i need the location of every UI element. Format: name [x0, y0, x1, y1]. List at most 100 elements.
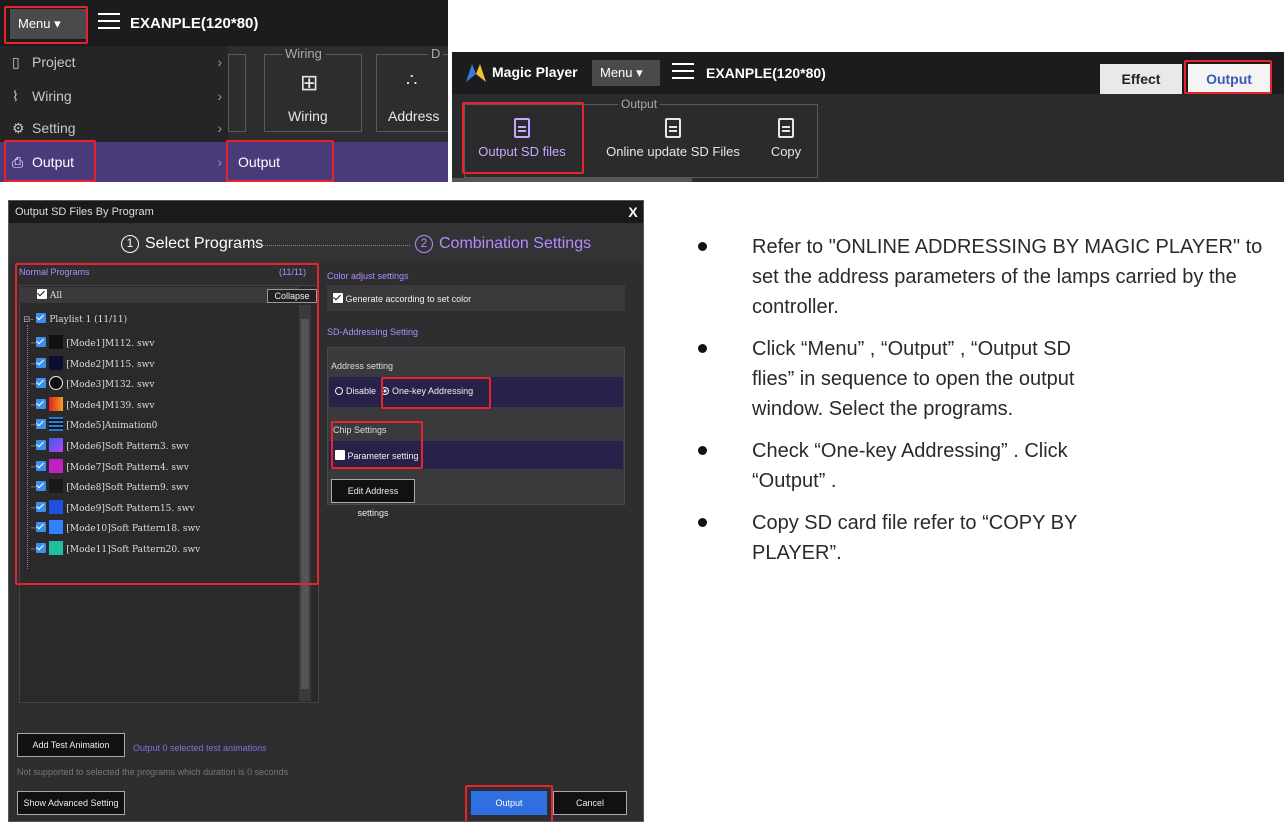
program-label: [Mode10]Soft Pattern18. swv	[66, 524, 201, 535]
program-row[interactable]: ─ [Mode11]Soft Pattern20. swv	[31, 541, 200, 557]
step-select-programs[interactable]: 1 Select Programs	[121, 235, 263, 253]
program-thumbnail	[49, 458, 64, 473]
document-icon: ▯	[12, 54, 20, 70]
program-row[interactable]: ─ [Mode8]Soft Pattern9. swv	[31, 479, 189, 495]
checkbox[interactable]	[36, 337, 47, 347]
program-row[interactable]: ─ [Mode4]M139. swv	[31, 396, 154, 413]
submenu-output-label[interactable]: Output	[238, 154, 280, 170]
program-row[interactable]: ─ [Mode7]Soft Pattern4. swv	[31, 458, 189, 475]
instruction-item: Copy SD card file refer to “COPY BY PLAY…	[690, 508, 1280, 568]
program-thumbnail	[49, 396, 64, 411]
cancel-button[interactable]: Cancel	[553, 791, 627, 815]
program-label: [Mode7]Soft Pattern4. swv	[66, 462, 189, 473]
output-button[interactable]: Output	[471, 791, 547, 815]
all-checkbox-row[interactable]: All	[37, 289, 62, 305]
menu-item-project[interactable]: ▯ Project ›	[0, 46, 228, 78]
address-mode-row: Disable One-key Addressing	[329, 377, 623, 407]
program-row[interactable]: ─ [Mode9]Soft Pattern15. swv	[31, 499, 195, 516]
program-thumbnail	[49, 335, 64, 349]
address-icon[interactable]: ∴	[406, 70, 417, 91]
online-update-sd-button[interactable]: Online update SD Files	[598, 118, 748, 159]
test-animation-info: Output 0 selected test animations	[133, 743, 267, 753]
checkbox[interactable]	[36, 357, 47, 368]
step-label: Select Programs	[145, 235, 264, 252]
instruction-list: Refer to "ONLINE ADDRESSING BY MAGIC PLA…	[690, 232, 1280, 580]
checkbox[interactable]	[333, 293, 343, 303]
playlist-row[interactable]: ⊟- Playlist 1 (11/11)	[23, 313, 127, 329]
radio-disable[interactable]	[335, 387, 343, 395]
copy-button[interactable]: Copy	[758, 118, 814, 159]
parameter-label: Parameter setting	[347, 451, 419, 461]
tree-expand-icon[interactable]: ⊟-	[23, 315, 34, 325]
program-thumbnail	[49, 479, 64, 494]
close-icon[interactable]: X	[623, 201, 643, 223]
program-row[interactable]: ─ [Mode1]M112. swv	[31, 335, 154, 351]
program-row[interactable]: ─ [Mode5]Animation0	[31, 417, 157, 433]
output-sd-dialog: Output SD Files By Program X 1 Select Pro…	[8, 200, 644, 822]
address-group-title: D	[428, 46, 444, 61]
output-group-title: Output	[618, 97, 661, 111]
chip-settings-label: Chip Settings	[333, 425, 387, 435]
chevron-right-icon: ›	[217, 154, 222, 170]
tab-output[interactable]: Output	[1188, 64, 1270, 94]
hamburger-icon[interactable]	[672, 63, 694, 81]
step-combination-settings[interactable]: 2 Combination Settings	[415, 235, 591, 253]
horizontal-scrollbar[interactable]	[452, 178, 692, 182]
menu-list: ▯ Project › ⌇ Wiring › ⚙ Setting › ⎙ Out…	[0, 46, 228, 182]
instruction-item: Click “Menu” , “Output” , “Output SD fli…	[690, 334, 1280, 424]
menu-item-output[interactable]: ⎙ Output ›	[0, 142, 228, 182]
program-thumbnail	[49, 417, 64, 432]
menu-item-setting[interactable]: ⚙ Setting ›	[0, 112, 228, 144]
copy-label: Copy	[770, 144, 802, 159]
checkbox[interactable]	[36, 481, 47, 492]
color-adjust-heading: Color adjust settings	[327, 271, 409, 281]
program-label: [Mode1]M112. swv	[66, 339, 155, 349]
checkbox[interactable]	[36, 398, 47, 409]
program-label: [Mode9]Soft Pattern15. swv	[66, 503, 195, 514]
wiring-ribbon-label[interactable]: Wiring	[288, 108, 328, 124]
checkbox[interactable]	[335, 450, 345, 460]
document-icon	[665, 118, 681, 138]
radio-one-key[interactable]	[381, 387, 390, 395]
checkbox[interactable]	[36, 440, 47, 450]
wiring-grid-icon[interactable]: ⊞	[300, 70, 318, 96]
vertical-scrollbar[interactable]	[299, 305, 311, 701]
checkbox[interactable]	[36, 543, 47, 553]
collapse-button[interactable]: Collapse	[267, 289, 317, 303]
wiring-icon: ⌇	[12, 88, 19, 104]
output-sd-files-button[interactable]: Output SD files	[466, 118, 578, 159]
checkbox[interactable]	[36, 378, 47, 389]
show-advanced-button[interactable]: Show Advanced Setting	[17, 791, 125, 815]
program-label: [Mode8]Soft Pattern9. swv	[66, 483, 189, 494]
checkbox[interactable]	[36, 501, 47, 512]
menu-button[interactable]: Menu ▾	[10, 9, 86, 39]
app-name: Magic Player	[492, 64, 578, 80]
menu-item-wiring[interactable]: ⌇ Wiring ›	[0, 80, 228, 112]
scrollbar-track[interactable]	[301, 319, 309, 689]
program-row[interactable]: ─ [Mode10]Soft Pattern18. swv	[31, 520, 200, 536]
hamburger-icon[interactable]	[98, 13, 120, 31]
checkbox[interactable]	[36, 460, 47, 471]
program-row[interactable]: ─ [Mode2]M115. swv	[31, 355, 154, 372]
parameter-row[interactable]: Parameter setting	[329, 441, 623, 469]
instruction-item: Refer to "ONLINE ADDRESSING BY MAGIC PLA…	[690, 232, 1280, 322]
step-number: 1	[121, 235, 139, 253]
checkbox[interactable]	[36, 522, 47, 533]
menu-item-label: Project	[32, 54, 76, 70]
program-row[interactable]: ─ [Mode3]M132. swv	[31, 376, 154, 392]
disable-label[interactable]: Disable	[346, 386, 376, 396]
address-ribbon-label[interactable]: Address	[388, 108, 439, 124]
gear-icon: ⚙	[12, 120, 25, 136]
tab-effect[interactable]: Effect	[1100, 64, 1182, 94]
edit-address-button[interactable]: Edit Address settings	[331, 479, 415, 518]
checkbox[interactable]	[36, 419, 47, 430]
sd-addressing-heading: SD-Addressing Setting	[327, 327, 419, 337]
checkbox[interactable]	[36, 313, 47, 323]
menu-button[interactable]: Menu ▾	[592, 60, 660, 86]
checkbox[interactable]	[37, 289, 47, 299]
one-key-label[interactable]: One-key Addressing	[392, 386, 473, 396]
program-row[interactable]: ─ [Mode6]Soft Pattern3. swv	[31, 438, 189, 454]
generate-color-row[interactable]: Generate according to set color	[327, 285, 625, 311]
program-thumbnail	[49, 499, 64, 514]
add-test-animation-button[interactable]: Add Test Animation	[17, 733, 125, 757]
